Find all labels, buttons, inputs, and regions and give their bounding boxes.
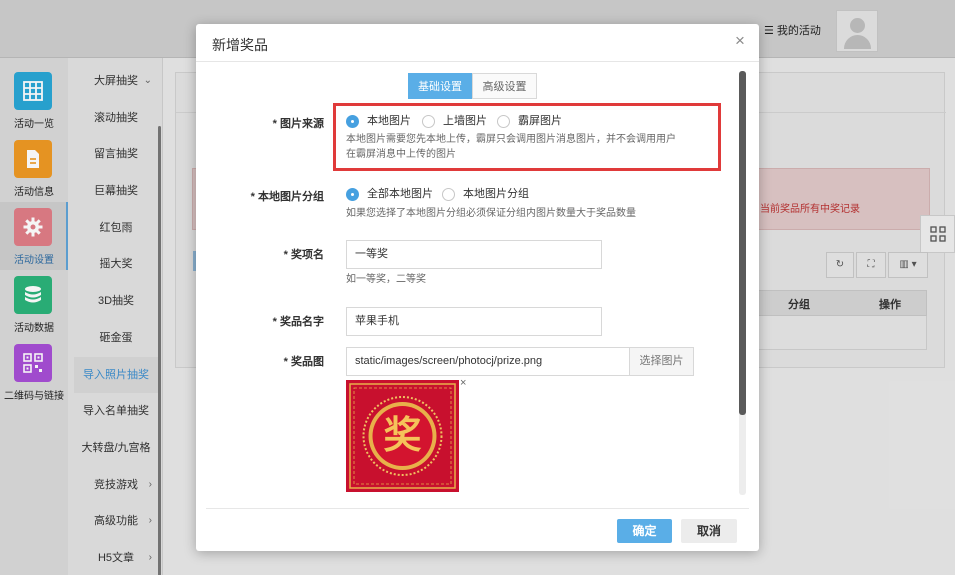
prize-level-help: 如一等奖，二等奖 <box>346 274 426 285</box>
choose-image-button[interactable]: 选择图片 <box>629 347 694 376</box>
modal-title: 新增奖品 <box>212 37 268 53</box>
tab-advanced-settings[interactable]: 高级设置 <box>472 73 537 99</box>
tab-basic-settings[interactable]: 基础设置 <box>408 73 472 99</box>
modal-footer-divider <box>206 508 749 509</box>
radio-all-local-images[interactable]: 全部本地图片 <box>346 188 434 202</box>
prize-image-path-input[interactable]: static/images/screen/photocj/prize.png <box>346 347 630 376</box>
remove-image-icon[interactable]: × <box>460 377 466 389</box>
radio-circle <box>442 188 455 201</box>
radio-local-image-group[interactable]: 本地图片分组 <box>442 188 530 202</box>
prize-image-preview: 奖 <box>346 380 459 492</box>
local-group-help: 如果您选择了本地图片分组必须保证分组内图片数量大于奖品数量 <box>346 208 636 219</box>
scrollbar-thumb[interactable] <box>739 71 746 415</box>
modal-scrollbar[interactable] <box>739 71 746 495</box>
prize-level-label: * 奖项名 <box>283 249 324 261</box>
prize-character: 奖 <box>383 413 422 457</box>
cancel-button[interactable]: 取消 <box>681 519 737 543</box>
highlight-box <box>333 103 721 171</box>
prize-name-label: * 奖品名字 <box>272 316 324 328</box>
prize-image-label: * 奖品图 <box>283 356 324 368</box>
local-group-label: * 本地图片分组 <box>250 191 324 203</box>
close-icon[interactable]: × <box>732 32 748 49</box>
radio-circle <box>346 188 359 201</box>
prize-name-input[interactable]: 苹果手机 <box>346 307 602 336</box>
add-prize-modal: 新增奖品 × 基础设置 高级设置 * 图片来源 本地图片 上墙图片 霸屏图片 本… <box>196 24 759 551</box>
modal-header: 新增奖品 × <box>196 24 759 62</box>
confirm-button[interactable]: 确定 <box>617 519 672 543</box>
prize-level-input[interactable]: 一等奖 <box>346 240 602 269</box>
image-source-label: * 图片来源 <box>272 118 324 130</box>
